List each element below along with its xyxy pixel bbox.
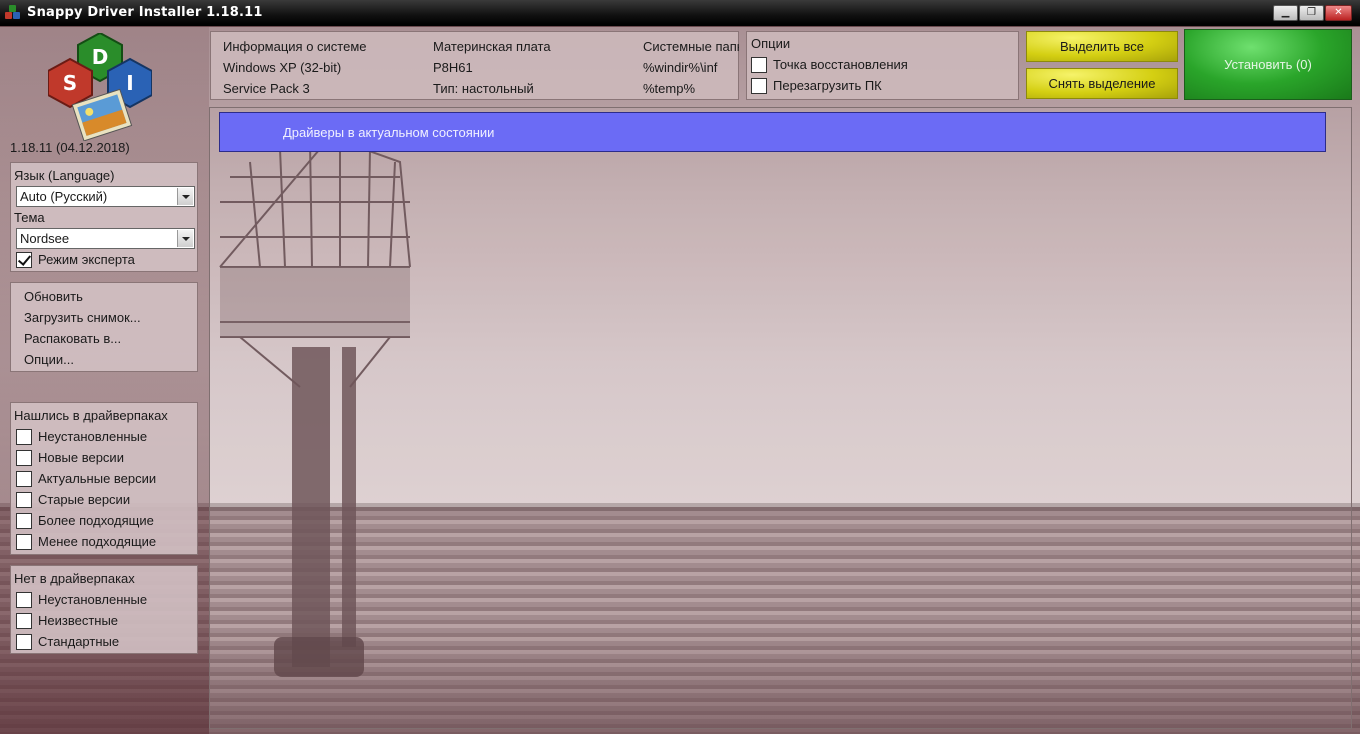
filter-item[interactable]: Более подходящие	[16, 510, 194, 531]
filter-item[interactable]: Неустановленные	[16, 589, 194, 610]
filter-label: Неустановленные	[38, 429, 148, 444]
version-label: 1.18.11 (04.12.2018)	[10, 140, 130, 155]
system-info-panel[interactable]: Информация о системе Windows XP (32-bit)…	[210, 31, 739, 100]
os-version: Windows XP (32-bit)	[223, 60, 342, 75]
filter-checkbox[interactable]	[16, 533, 32, 550]
select-all-button[interactable]: Выделить все	[1026, 31, 1178, 62]
missing-filter-panel: Нет в драйверпаках Неустановленные Неизв…	[10, 565, 198, 654]
filter-item[interactable]: Неизвестные	[16, 610, 194, 631]
title-bar: Snappy Driver Installer 1.18.11 ▁ ❐ ✕	[0, 0, 1360, 26]
install-button[interactable]: Установить (0)	[1184, 29, 1352, 100]
expert-mode-label: Режим эксперта	[38, 252, 135, 267]
filter-label: Менее подходящие	[38, 534, 157, 549]
filter-item[interactable]: Неустановленные	[16, 426, 194, 447]
expert-mode-checkbox[interactable]	[16, 251, 32, 268]
theme-label: Тема	[14, 210, 45, 225]
app-icon	[5, 4, 21, 21]
motherboard-model: P8H61	[433, 60, 473, 75]
filter-label: Более подходящие	[38, 513, 154, 528]
extract-to-action[interactable]: Распаковать в...	[14, 328, 194, 349]
actions-menu: Обновить Загрузить снимок... Распаковать…	[10, 282, 198, 372]
filter-checkbox[interactable]	[16, 470, 32, 487]
filter-checkbox[interactable]	[16, 512, 32, 529]
filter-checkbox[interactable]	[16, 591, 32, 608]
filter-label: Новые версии	[38, 450, 124, 465]
language-label: Язык (Language)	[14, 168, 115, 183]
filter-label: Неустановленные	[38, 592, 148, 607]
missing-filter-title: Нет в драйверпаках	[14, 571, 135, 586]
found-filter-title: Нашлись в драйверпаках	[14, 408, 168, 423]
system-folders-title: Системные папки	[643, 39, 739, 54]
filter-label: Стандартные	[38, 634, 120, 649]
options-action[interactable]: Опции...	[14, 349, 194, 370]
filter-item[interactable]: Менее подходящие	[16, 531, 194, 552]
pc-type: Тип: настольный	[433, 81, 534, 96]
refresh-action[interactable]: Обновить	[14, 286, 194, 307]
chevron-down-icon[interactable]	[177, 230, 193, 247]
motherboard-title: Материнская плата	[433, 39, 551, 54]
service-pack: Service Pack 3	[223, 81, 310, 96]
restore-point-checkbox[interactable]	[751, 56, 767, 73]
maximize-button[interactable]: ❐	[1299, 5, 1324, 21]
found-filter-panel: Нашлись в драйверпаках Неустановленные Н…	[10, 402, 198, 555]
language-panel: Язык (Language) Auto (Русский) Тема Nord…	[10, 162, 198, 272]
reboot-label: Перезагрузить ПК	[773, 78, 882, 93]
window-controls: ▁ ❐ ✕	[1273, 5, 1352, 21]
reboot-checkbox[interactable]	[751, 77, 767, 94]
system-info-title: Информация о системе	[223, 39, 367, 54]
temp-folder: %temp%	[643, 81, 696, 96]
load-snapshot-action[interactable]: Загрузить снимок...	[14, 307, 194, 328]
reboot-option[interactable]: Перезагрузить ПК	[751, 75, 908, 96]
filter-checkbox[interactable]	[16, 633, 32, 650]
filter-label: Актуальные версии	[38, 471, 157, 486]
status-message: Драйверы в актуальном состоянии	[219, 112, 1326, 152]
close-button[interactable]: ✕	[1325, 5, 1352, 21]
chevron-down-icon[interactable]	[177, 188, 193, 205]
svg-text:I: I	[126, 71, 133, 95]
theme-value: Nordsee	[20, 231, 70, 246]
language-value: Auto (Русский)	[20, 189, 108, 204]
expert-mode-option[interactable]: Режим эксперта	[16, 249, 194, 270]
deselect-all-button[interactable]: Снять выделение	[1026, 68, 1178, 99]
window-title: Snappy Driver Installer 1.18.11	[27, 5, 263, 20]
minimize-button[interactable]: ▁	[1273, 5, 1298, 21]
filter-checkbox[interactable]	[16, 612, 32, 629]
filter-checkbox[interactable]	[16, 449, 32, 466]
filter-checkbox[interactable]	[16, 428, 32, 445]
options-panel: Опции Точка восстановления Перезагрузить…	[746, 31, 1019, 100]
filter-item[interactable]: Актуальные версии	[16, 468, 194, 489]
filter-item[interactable]: Новые версии	[16, 447, 194, 468]
filter-item[interactable]: Старые версии	[16, 489, 194, 510]
filter-label: Неизвестные	[38, 613, 119, 628]
options-title: Опции	[751, 36, 791, 51]
theme-select[interactable]: Nordsee	[16, 228, 195, 249]
driver-list-panel[interactable]	[209, 107, 1352, 729]
inf-folder: %windir%\inf	[643, 60, 718, 75]
sdi-logo: D S I	[48, 33, 152, 141]
filter-item[interactable]: Стандартные	[16, 631, 194, 652]
svg-text:D: D	[92, 45, 109, 69]
filter-label: Старые версии	[38, 492, 131, 507]
language-select[interactable]: Auto (Русский)	[16, 186, 195, 207]
svg-text:S: S	[63, 71, 77, 95]
restore-point-label: Точка восстановления	[773, 57, 908, 72]
filter-checkbox[interactable]	[16, 491, 32, 508]
restore-point-option[interactable]: Точка восстановления	[751, 54, 908, 75]
